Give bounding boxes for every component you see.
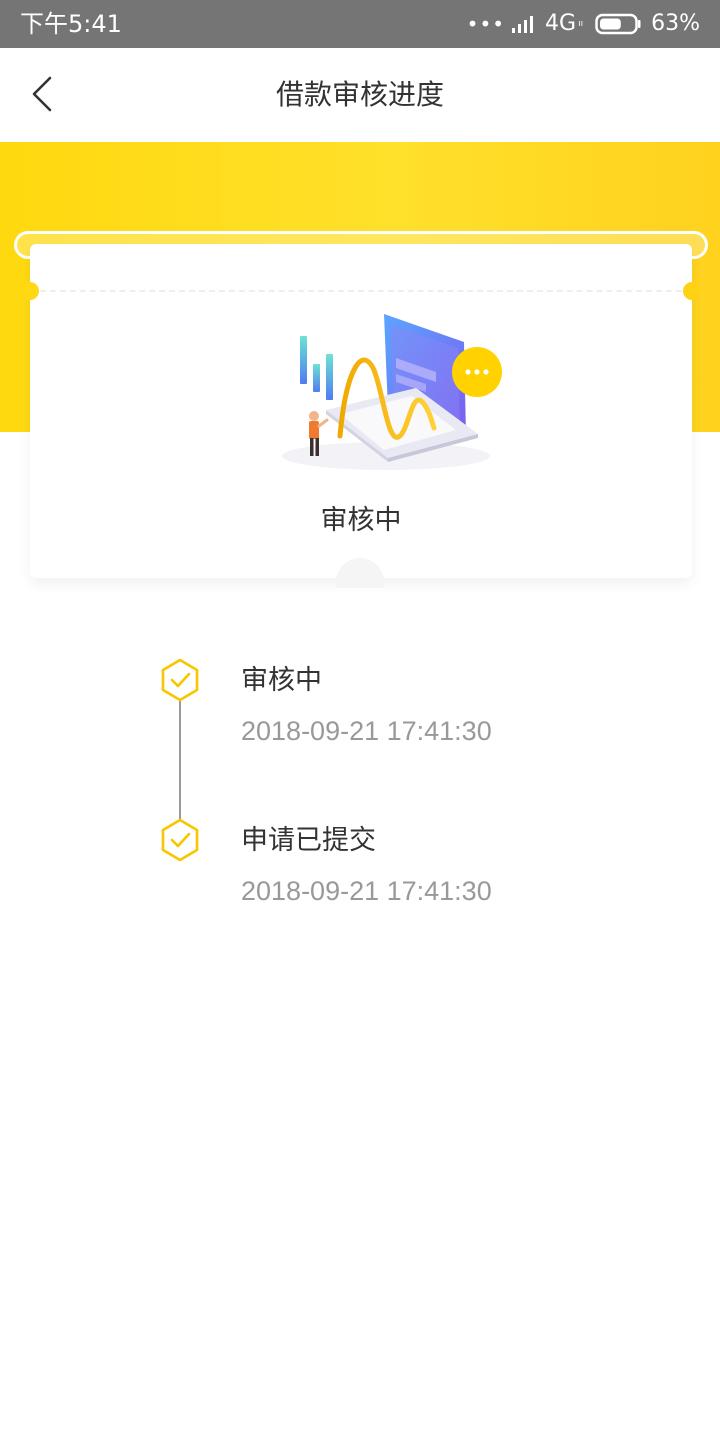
review-status: 审核中: [320, 505, 402, 536]
timeline-item: 申请已提交 2018-09-21 17:41:30: [0, 818, 720, 918]
status-bar: 下午5:41 ••• 4G ıı 63%: [0, 0, 720, 48]
hexagon-check-icon: [161, 658, 199, 702]
hexagon-check-icon: [161, 818, 199, 862]
navigation-bar: 借款审核进度: [0, 48, 720, 142]
card-notch-right: [683, 282, 701, 300]
status-card: 审核中: [21, 244, 701, 588]
laptop-chart-illustration: [282, 314, 502, 470]
battery-icon: [595, 13, 641, 35]
card-notch-left: [21, 282, 39, 300]
card-bottom-tab: [336, 558, 384, 588]
card-divider: [40, 290, 682, 292]
more-dots-icon: •••: [466, 12, 506, 36]
battery-percent: 63%: [651, 11, 700, 36]
status-time: 下午5:41: [20, 10, 122, 38]
timeline-item: 审核中 2018-09-21 17:41:30: [0, 658, 720, 758]
network-activity: ıı: [578, 19, 584, 29]
step-title: 申请已提交: [241, 825, 376, 856]
step-time: 2018-09-21 17:41:30: [241, 716, 492, 746]
page-title: 借款审核进度: [275, 78, 444, 111]
step-time: 2018-09-21 17:41:30: [241, 876, 492, 906]
network-type: 4G: [545, 11, 577, 36]
status-icons: ••• 4G ıı 63%: [467, 10, 700, 38]
step-title: 审核中: [241, 665, 322, 696]
signal-icon: [512, 16, 534, 33]
